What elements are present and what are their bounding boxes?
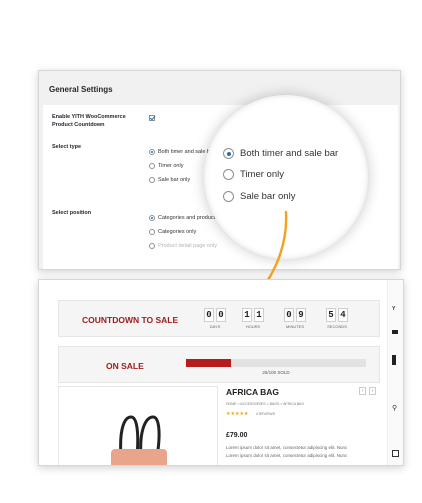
position-option-categories[interactable]: Categories only [149,229,196,235]
product-name: AFRICA BAG [226,387,280,397]
minutes-label: MINUTES [286,324,304,329]
rating-stars: ★★★★★ [226,411,249,417]
product-price: £79.00 [226,432,248,439]
type-option-timer[interactable]: Timer only [149,163,183,169]
enable-countdown-label: Enable YITH WooCommerce Product Countdow… [52,114,126,128]
position-option-label: Categories only [158,229,197,235]
sidebar-box-icon[interactable] [392,450,399,457]
zoomed-option-label: Sale bar only [240,191,296,202]
hours-label: HOURS [245,324,261,329]
type-option-salebar[interactable]: Sale bar only [149,177,190,183]
countdown-bar: COUNTDOWN TO SALE 0 0 DAYS 1 1 HOURS 0 9… [58,300,380,337]
breadcrumb: HOME > ACCESSORIES > BAGS > AFRICA BAG [226,402,305,406]
settings-header: General Settings [39,71,400,105]
select-position-label: Select position [52,210,92,216]
zoomed-type-option-both[interactable]: Both timer and sale bar [223,148,338,159]
sidebar-link-icon[interactable]: ⚲ [392,404,397,412]
radio-selected-icon [149,149,155,155]
countdown-digit: 0 [204,308,214,322]
enable-countdown-checkbox[interactable] [149,115,155,121]
days-label: DAYS [209,324,221,329]
select-type-label: Select type [52,144,82,150]
next-product-button[interactable]: › [369,387,376,395]
radio-icon [149,163,155,169]
radio-selected-icon [223,148,234,159]
sale-progress-track [186,359,366,367]
seconds-label: SECONDS [327,324,347,329]
reviews-link[interactable]: 4 REVIEWS [256,412,275,416]
countdown-digit: 0 [216,308,226,322]
countdown-title: COUNTDOWN TO SALE [82,315,179,325]
countdown-digit: 4 [338,308,348,322]
product-description: Lorem ipsum dolor sit amet, consectetur … [226,453,348,458]
sale-bar: ON SALE 25/100 SOLD [58,346,380,383]
sale-progress-fill [186,359,231,367]
radio-icon [149,177,155,183]
product-preview-panel: COUNTDOWN TO SALE 0 0 DAYS 1 1 HOURS 0 9… [38,279,404,466]
position-option-detail[interactable]: Product detail page only [149,243,217,249]
sale-title: ON SALE [106,361,144,371]
right-sidebar: Y ⚲ [387,280,403,465]
sidebar-item-icon [392,330,398,334]
product-description: Lorem ipsum dolor sit amet, consectetur … [226,445,348,450]
sold-count: 25/100 SOLD [262,370,290,375]
zoomed-option-label: Both timer and sale bar [240,148,339,159]
zoomed-type-option-timer[interactable]: Timer only [223,169,284,180]
sidebar-item-icon [392,355,396,365]
bag-image-icon [111,415,167,465]
countdown-digit: 9 [296,308,306,322]
prev-product-button[interactable]: ‹ [359,387,366,395]
radio-icon [223,169,234,180]
countdown-digit: 0 [284,308,294,322]
countdown-digit: 5 [326,308,336,322]
type-option-both[interactable]: Both timer and sale bar [149,149,215,155]
countdown-digit: 1 [254,308,264,322]
radio-icon [149,243,155,249]
zoomed-type-option-salebar[interactable]: Sale bar only [223,191,295,202]
radio-icon [223,191,234,202]
radio-selected-icon [149,215,155,221]
type-option-label: Timer only [158,163,184,169]
type-option-label: Sale bar only [158,177,191,183]
countdown-digit: 1 [242,308,252,322]
settings-title: General Settings [49,85,113,94]
radio-icon [149,229,155,235]
zoomed-option-label: Timer only [240,169,284,180]
position-option-label: Product detail page only [158,243,218,249]
product-image[interactable] [58,386,218,465]
sidebar-heading: Y [392,306,396,312]
